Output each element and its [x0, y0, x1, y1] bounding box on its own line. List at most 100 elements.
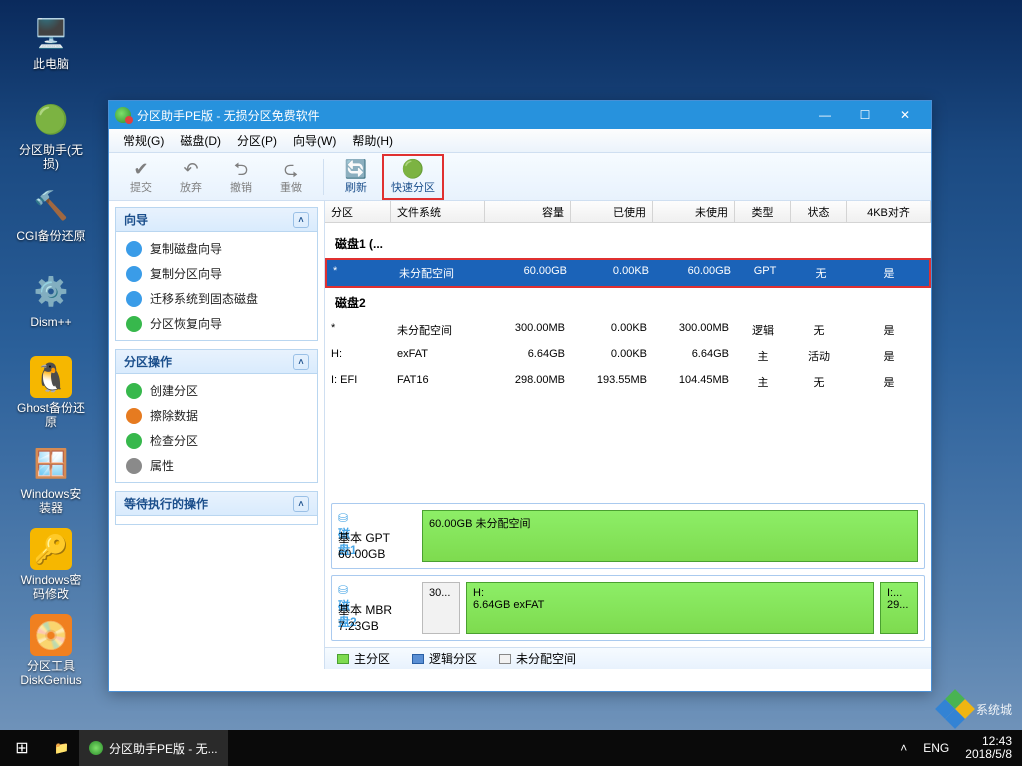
start-button[interactable]: ⊞ [0, 730, 44, 766]
desktop-icon[interactable]: 🐧Ghost备份还原 [14, 356, 88, 429]
chevron-up-icon[interactable]: ˄ [293, 354, 309, 370]
desktop-icon-glyph: 🟢 [30, 98, 72, 140]
taskbar: ⊞ 📁 分区助手PE版 - 无... ˄ ENG 12:43 2018/5/8 [0, 730, 1022, 766]
toolbar-label: 快速分区 [391, 179, 435, 195]
toolbar-icon: ✔ [133, 159, 148, 179]
table-row[interactable]: I: EFIFAT16298.00MB193.55MB104.45MB主无是 [325, 369, 931, 395]
table-cell: 193.55MB [571, 372, 653, 392]
toolbar-撤销: ⮌撤销 [217, 155, 265, 199]
tray-up-icon[interactable]: ˄ [900, 741, 907, 755]
sidebar-item[interactable]: 复制分区向导 [116, 261, 317, 286]
tray-lang[interactable]: ENG [923, 741, 949, 755]
sidebar-item-label: 创建分区 [150, 382, 198, 399]
menu-item[interactable]: 向导(W) [285, 129, 344, 152]
desktop-icon-glyph: 🔑 [30, 528, 72, 570]
desktop-icon-glyph: 🖥️ [30, 12, 72, 54]
column-header[interactable]: 4KB对齐 [847, 201, 931, 222]
desktop-icon[interactable]: 📀分区工具DiskGenius [14, 614, 88, 687]
toolbar-icon: 🔄 [345, 159, 367, 179]
sidebar-item-icon [126, 266, 142, 282]
toolbar-刷新[interactable]: 🔄刷新 [332, 155, 380, 199]
table-cell: 无 [791, 372, 847, 392]
legend-swatch [412, 654, 424, 664]
sidebar-item[interactable]: 分区恢复向导 [116, 311, 317, 336]
toolbar-icon: ⮎ [284, 159, 298, 179]
disk-block[interactable]: I:...29... [880, 582, 918, 634]
toolbar-放弃: ↶放弃 [167, 155, 215, 199]
sidebar-item[interactable]: 迁移系统到固态磁盘 [116, 286, 317, 311]
table-cell: FAT16 [391, 372, 485, 392]
disk-title[interactable]: 磁盘2 [325, 288, 931, 317]
minimize-button[interactable]: — [805, 101, 845, 129]
table-cell: 未分配空间 [391, 320, 485, 340]
sidebar-item-icon [126, 316, 142, 332]
desktop-icon-glyph: ⚙️ [30, 270, 72, 312]
disk-block[interactable]: H:6.64GB exFAT [466, 582, 874, 634]
toolbar-label: 提交 [130, 179, 152, 195]
toolbar-icon: ↶ [183, 159, 198, 179]
desktop-icon[interactable]: 🪟Windows安装器 [14, 442, 88, 515]
sidebar-item[interactable]: 复制磁盘向导 [116, 236, 317, 261]
sidebar-item[interactable]: 擦除数据 [116, 403, 317, 428]
desktop-icon[interactable]: 🔑Windows密码修改 [14, 528, 88, 601]
panel-header[interactable]: 分区操作˄ [116, 350, 317, 374]
desktop-icon[interactable]: 🖥️此电脑 [14, 12, 88, 71]
disk-icon: ⛁ 磁盘1 [338, 510, 358, 530]
menu-item[interactable]: 常规(G) [115, 129, 172, 152]
table-cell: 无 [791, 320, 847, 340]
table-cell: H: [325, 346, 391, 366]
table-cell: 是 [847, 346, 931, 366]
desktop-icon[interactable]: ⚙️Dism++ [14, 270, 88, 329]
table-cell: 无 [793, 263, 849, 283]
toolbar-label: 放弃 [180, 179, 202, 195]
menu-item[interactable]: 帮助(H) [344, 129, 401, 152]
disk-block[interactable]: 30... [422, 582, 460, 634]
desktop-icon[interactable]: 🟢分区助手(无损) [14, 98, 88, 171]
table-row[interactable]: H:exFAT6.64GB0.00KB6.64GB主活动是 [325, 343, 931, 369]
table-row[interactable]: *未分配空间60.00GB0.00KB60.00GBGPT无是 [325, 258, 931, 288]
table-cell: 60.00GB [655, 263, 737, 283]
menu-item[interactable]: 分区(P) [229, 129, 285, 152]
desktop-icon-glyph: 🐧 [30, 356, 72, 398]
sidebar-item-icon [126, 433, 142, 449]
taskbar-explorer[interactable]: 📁 [44, 730, 79, 766]
table-cell: 6.64GB [653, 346, 735, 366]
taskbar-app[interactable]: 分区助手PE版 - 无... [79, 730, 228, 766]
close-button[interactable]: ✕ [885, 101, 925, 129]
watermark: 系统城 [938, 692, 1012, 726]
table-cell: 是 [847, 372, 931, 392]
app-window: 分区助手PE版 - 无损分区免费软件 — ☐ ✕ 常规(G)磁盘(D)分区(P)… [108, 100, 932, 692]
column-header[interactable]: 状态 [791, 201, 847, 222]
sidebar-item[interactable]: 检查分区 [116, 428, 317, 453]
sidebar-item[interactable]: 属性 [116, 453, 317, 478]
menu-item[interactable]: 磁盘(D) [172, 129, 229, 152]
toolbar-separator [323, 159, 324, 195]
table-row[interactable]: *未分配空间300.00MB0.00KB300.00MB逻辑无是 [325, 317, 931, 343]
column-header[interactable]: 已使用 [571, 201, 653, 222]
maximize-button[interactable]: ☐ [845, 101, 885, 129]
titlebar[interactable]: 分区助手PE版 - 无损分区免费软件 — ☐ ✕ [109, 101, 931, 129]
chevron-up-icon[interactable]: ˄ [293, 496, 309, 512]
panel-header[interactable]: 向导˄ [116, 208, 317, 232]
sidebar-item-icon [126, 241, 142, 257]
disk-title[interactable]: 磁盘1 (... [325, 229, 931, 258]
tray-clock[interactable]: 12:43 2018/5/8 [965, 735, 1012, 761]
column-header[interactable]: 分区 [325, 201, 391, 222]
table-cell: 300.00MB [485, 320, 571, 340]
desktop-icon-label: CGI备份还原 [14, 229, 88, 243]
disk-block[interactable]: 60.00GB 未分配空间 [422, 510, 918, 562]
column-header[interactable]: 类型 [735, 201, 791, 222]
sidebar-item[interactable]: 创建分区 [116, 378, 317, 403]
table-cell: I: EFI [325, 372, 391, 392]
column-header[interactable]: 未使用 [653, 201, 735, 222]
disk-visual: ⛁ 磁盘2基本 MBR7.23GB30...H:6.64GB exFATI:..… [331, 575, 925, 641]
table-cell: * [325, 320, 391, 340]
desktop-icon[interactable]: 🔨CGI备份还原 [14, 184, 88, 243]
legend-swatch [337, 654, 349, 664]
panel-header[interactable]: 等待执行的操作˄ [116, 492, 317, 516]
column-header[interactable]: 文件系统 [391, 201, 485, 222]
toolbar-快速分区[interactable]: 🟢快速分区 [382, 154, 444, 200]
column-header[interactable]: 容量 [485, 201, 571, 222]
chevron-up-icon[interactable]: ˄ [293, 212, 309, 228]
legend-item: 未分配空间 [499, 650, 576, 667]
